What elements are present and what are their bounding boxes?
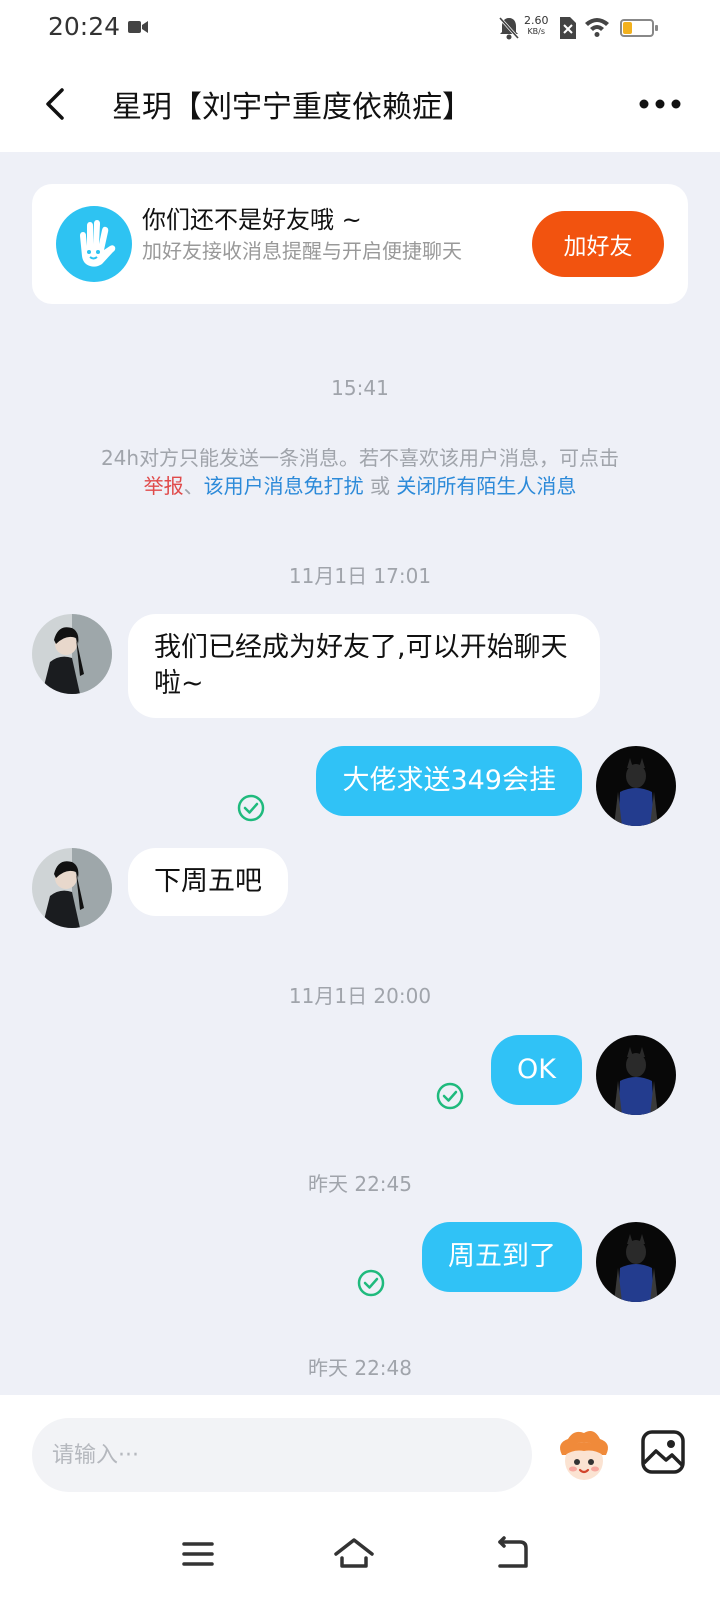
battery-icon: [620, 19, 658, 37]
menu-icon[interactable]: [176, 1532, 220, 1576]
more-icon[interactable]: [636, 86, 684, 122]
message-bubble-outgoing[interactable]: 周五到了: [422, 1222, 582, 1292]
emoji-sticker-icon[interactable]: [554, 1425, 614, 1485]
sent-check-icon: [357, 1269, 385, 1297]
screen-record-icon: [128, 21, 148, 33]
message-bubble-outgoing[interactable]: 大佬求送349会挂: [316, 746, 582, 816]
status-bar: 20:24 2.60 KB/s: [0, 0, 720, 56]
notice-or: 或: [363, 474, 397, 498]
back-icon[interactable]: [36, 82, 80, 126]
my-avatar[interactable]: [596, 746, 676, 826]
timestamp: 昨天 22:48: [308, 1356, 412, 1380]
my-avatar[interactable]: [596, 1222, 676, 1302]
image-icon[interactable]: [640, 1429, 686, 1475]
my-avatar[interactable]: [596, 1035, 676, 1115]
stranger-notice: 24h对方只能发送一条消息。若不喜欢该用户消息，可点击 举报、该用户消息免打扰 …: [40, 444, 680, 500]
contact-avatar[interactable]: [32, 614, 112, 694]
input-bar: [0, 1395, 720, 1600]
sent-check-icon: [237, 794, 265, 822]
network-speed: 2.60 KB/s: [524, 14, 549, 36]
mute-user-link[interactable]: 该用户消息免打扰: [204, 474, 364, 498]
add-friend-button[interactable]: 加好友: [532, 211, 664, 277]
message-bubble-incoming[interactable]: 下周五吧: [128, 848, 288, 916]
notice-separator: 、: [183, 474, 204, 498]
message-bubble-incoming[interactable]: 我们已经成为好友了,可以开始聊天啦~: [128, 614, 600, 718]
report-link[interactable]: 举报: [144, 474, 184, 498]
status-time: 20:24: [48, 12, 121, 41]
not-friend-card: 你们还不是好友哦 ~ 加好友接收消息提醒与开启便捷聊天 加好友: [32, 184, 688, 304]
close-strangers-link[interactable]: 关闭所有陌生人消息: [396, 474, 576, 498]
notice-text: 24h对方只能发送一条消息。若不喜欢该用户消息，可点击: [100, 446, 620, 470]
chat-header: 星玥【刘宇宁重度依赖症】: [0, 56, 720, 152]
not-friend-subtitle: 加好友接收消息提醒与开启便捷聊天: [142, 239, 462, 263]
wifi-icon: [585, 18, 609, 37]
timestamp: 11月1日 20:00: [288, 984, 432, 1008]
not-friend-title: 你们还不是好友哦 ~: [142, 206, 362, 234]
home-icon[interactable]: [332, 1532, 376, 1576]
system-nav-bar: [0, 1510, 720, 1600]
hand-wave-icon: [56, 206, 132, 282]
sent-check-icon: [436, 1082, 464, 1110]
timestamp: 15:41: [331, 376, 389, 400]
contact-avatar[interactable]: [32, 848, 112, 928]
mute-bell-icon: [498, 16, 520, 40]
chat-area[interactable]: 你们还不是好友哦 ~ 加好友接收消息提醒与开启便捷聊天 加好友 15:41 24…: [0, 152, 720, 1395]
chat-title: 星玥【刘宇宁重度依赖症】: [112, 90, 472, 125]
message-input[interactable]: [32, 1418, 532, 1492]
message-bubble-outgoing[interactable]: OK: [491, 1035, 582, 1105]
no-sim-icon: [560, 17, 576, 39]
timestamp: 11月1日 17:01: [288, 564, 432, 588]
timestamp: 昨天 22:45: [308, 1172, 412, 1196]
back-nav-icon[interactable]: [490, 1532, 534, 1576]
